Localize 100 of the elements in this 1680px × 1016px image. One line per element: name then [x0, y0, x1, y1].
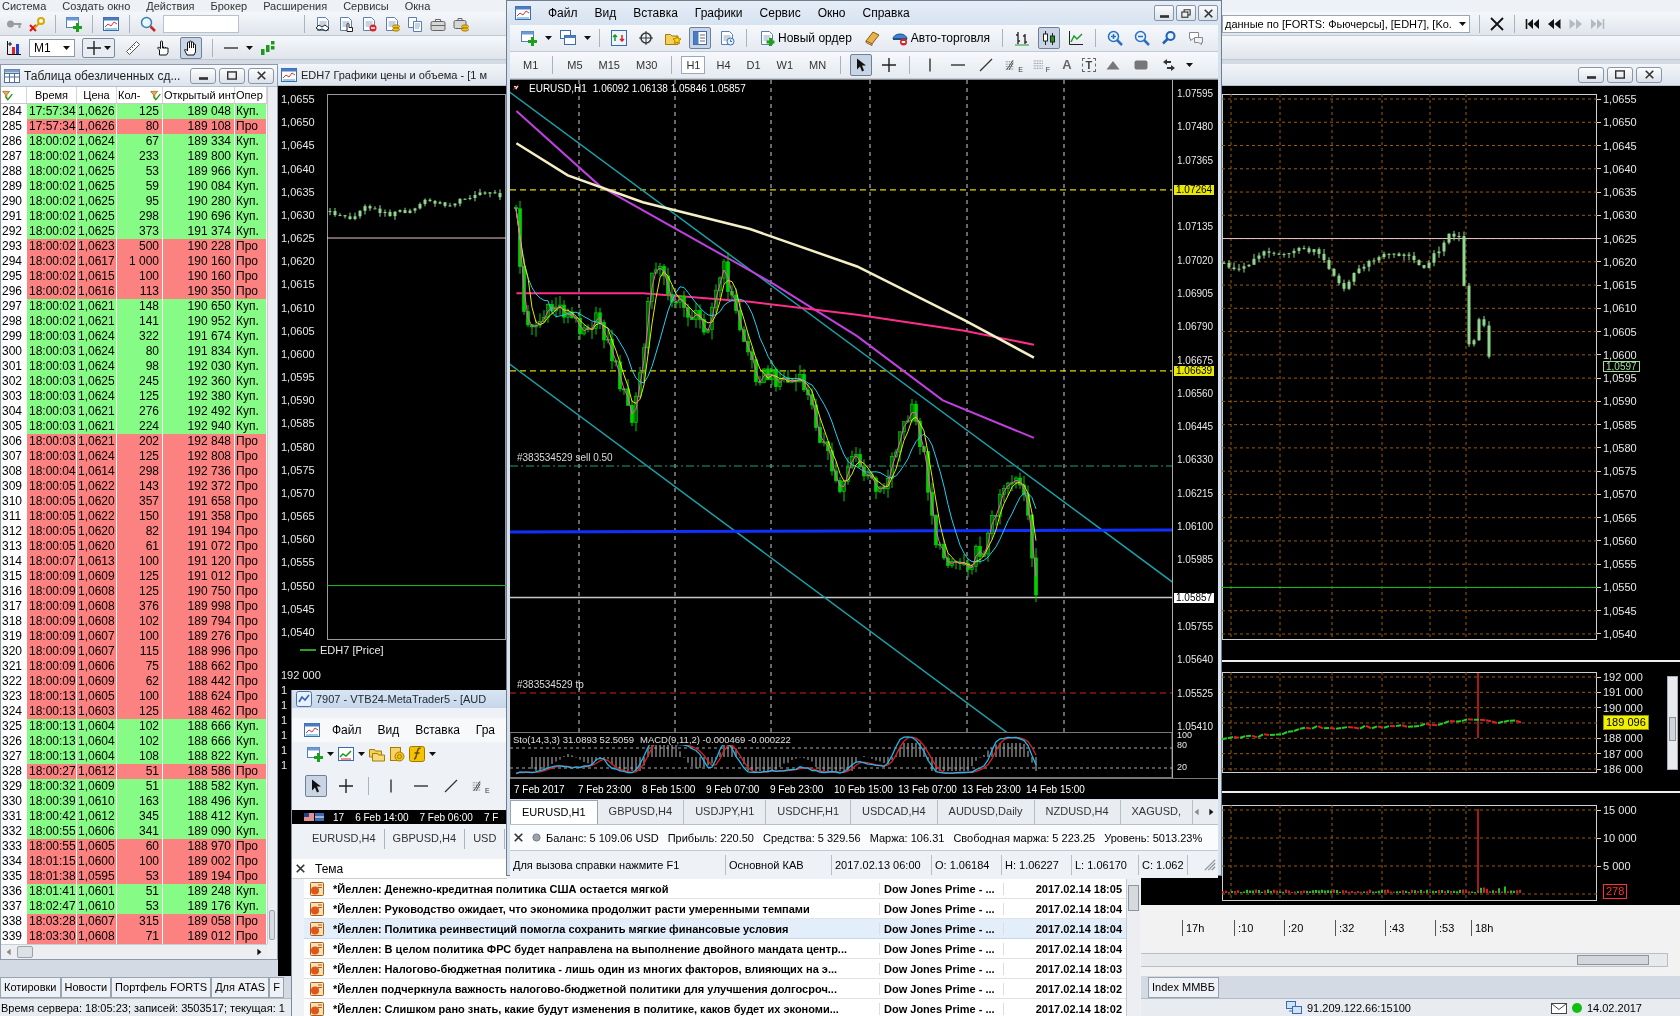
chart-tab[interactable]: NZDUSD,H4 [1034, 800, 1121, 824]
menu-item[interactable]: Создать окно [62, 0, 131, 12]
chart-tab[interactable]: GBPUSD,H4 [597, 800, 685, 824]
scroll-right-icon[interactable] [255, 947, 263, 956]
cursor-icon[interactable] [850, 54, 873, 76]
timeframe-button[interactable]: W1 [771, 56, 799, 74]
hand-icon[interactable] [180, 36, 202, 59]
menu-item[interactable]: Брокер [210, 0, 248, 12]
caret-icon[interactable] [429, 751, 436, 756]
document-handshake-icon[interactable] [315, 15, 331, 32]
menu-item[interactable]: Окна [404, 0, 431, 12]
coin-document-icon[interactable] [389, 745, 405, 762]
new-order-button[interactable]: Новый ордер [755, 27, 856, 49]
scrollbar[interactable] [1140, 953, 1668, 967]
news-row[interactable]: *Йеллен: Слишком рано знать, какие будут изменения в политике, каков будет их экономи... Dow Jones Prime - ... 2017.02.14 18:02 [304, 999, 1126, 1016]
cursor-icon[interactable] [305, 775, 327, 797]
caret-icon[interactable] [1186, 63, 1194, 67]
document-coins-icon[interactable] [384, 15, 400, 32]
minimize-button[interactable] [1578, 66, 1604, 83]
menu-item[interactable]: Файл [332, 723, 362, 737]
text-tool-button[interactable]: A [1058, 55, 1076, 75]
script-icon[interactable] [409, 745, 425, 762]
auto-trading-button[interactable]: Авто-торговля [887, 27, 995, 49]
menu-item[interactable]: Окно [817, 6, 846, 20]
minimize-button[interactable] [1154, 5, 1174, 21]
close-button[interactable] [1636, 66, 1662, 83]
column-header[interactable]: Открытый инт [163, 87, 235, 103]
filter-check-icon[interactable] [150, 89, 161, 101]
window-list-icon[interactable] [689, 27, 711, 49]
window-tab[interactable]: F [269, 977, 284, 998]
scroll-left-icon[interactable] [1193, 808, 1201, 816]
column-header[interactable]: Кол- [118, 87, 141, 103]
minimize-button[interactable] [190, 67, 216, 84]
close-button[interactable] [248, 67, 274, 84]
timeframe-button[interactable]: M30 [630, 56, 663, 74]
chart-tab[interactable]: EURUSD,H1 [510, 800, 598, 824]
rising-bars-icon[interactable] [260, 39, 276, 56]
menu-item[interactable]: Вставка [415, 723, 460, 737]
bar-chart-icon[interactable] [6, 39, 22, 56]
column-header[interactable]: Цена [77, 87, 117, 103]
window-tab[interactable]: Для ATAS [211, 977, 270, 998]
window-tab[interactable]: Новости [60, 977, 112, 998]
scrollbar[interactable] [1667, 676, 1678, 770]
news-row[interactable]: *Йеллен подчеркнула важность налогово-бюджетной политики для улучшения долгосроч... Dow Jones Prime - ... 2017.02.14 18:02 [304, 979, 1126, 999]
scrollbar[interactable] [1126, 879, 1140, 1016]
window-tab[interactable]: Портфель FORTS [111, 977, 212, 998]
window-arrows-icon[interactable] [608, 27, 630, 49]
close-icon[interactable] [1489, 15, 1505, 32]
close-icon[interactable] [514, 833, 523, 842]
filter-check-icon[interactable] [2, 89, 13, 101]
menu-item[interactable]: Вид [377, 723, 400, 737]
maximize-button[interactable] [219, 67, 245, 84]
chart-window-icon[interactable] [338, 745, 354, 762]
document-stop-icon[interactable] [361, 15, 377, 32]
crosshair-button[interactable] [82, 37, 115, 58]
chart-tab[interactable]: USDCAD,H4 [851, 800, 938, 824]
label-tool-button[interactable]: T [1081, 58, 1097, 72]
timeframe-button[interactable]: H1 [681, 56, 706, 74]
caret-icon[interactable] [246, 45, 253, 50]
news-row[interactable]: *Йеллен: В целом политика ФРС будет направлена на выполнение двойного мандата центр... Dow Jones Prime - ... 2017.02.14 18:04 [304, 939, 1126, 959]
menu-item[interactable]: Вид [594, 6, 617, 20]
timeframe-dropdown[interactable]: M1 [29, 38, 75, 57]
window-tab[interactable]: Index ММВБ [1148, 977, 1219, 998]
menu-item[interactable]: Сервис [759, 6, 801, 20]
scrollbar[interactable] [267, 87, 276, 944]
menu-item[interactable]: Графики [694, 6, 743, 20]
chart-tab[interactable]: USD [465, 829, 506, 849]
maximize-button[interactable] [1607, 66, 1633, 83]
timeframe-button[interactable]: M15 [593, 56, 625, 74]
window-tab[interactable]: Котировки [0, 977, 61, 998]
network-icon[interactable] [1286, 999, 1302, 1016]
chart-tab[interactable]: USDCHF,H1 [766, 800, 851, 824]
restore-button[interactable] [1176, 5, 1196, 21]
caret-icon[interactable] [327, 751, 334, 756]
scroll-right-icon[interactable] [1207, 808, 1215, 816]
column-header[interactable]: Тема [315, 861, 344, 876]
timeframe-button[interactable]: H4 [711, 56, 736, 74]
search-field[interactable] [163, 14, 239, 33]
menu-item[interactable]: Вставка [633, 6, 678, 20]
close-icon[interactable] [296, 864, 305, 873]
timeframe-button[interactable]: MN [804, 56, 832, 74]
news-row[interactable]: *Йеллен: Политика реинвестиций помогла сохранить мягкие финансовые условия Dow Jones Prime - ... 2017.02.14 18:04 [304, 919, 1126, 939]
key-cross-icon[interactable] [29, 15, 45, 32]
chart-tab[interactable]: USDJPY,H1 [684, 800, 767, 824]
timeframe-button[interactable]: M1 [518, 56, 544, 74]
document-hand-icon[interactable] [338, 15, 354, 32]
menu-item[interactable]: Гра [475, 723, 495, 737]
candlestick-icon[interactable] [1038, 27, 1061, 49]
timeframe-button[interactable]: M5 [562, 56, 588, 74]
chart-tab[interactable]: AUDUSD,Daily [937, 800, 1035, 824]
documents-icon[interactable] [407, 15, 423, 32]
news-row[interactable]: *Йеллен: Денежно-кредитная политика США остается мягкой Dow Jones Prime - ... 2017.02.14 18:05 [304, 879, 1126, 899]
data-source-dropdown[interactable]: данные по [FORTS: Фьючерсы], [EDH7], [Ko. [1222, 14, 1470, 33]
menu-item[interactable]: Действия [146, 0, 195, 12]
menu-item[interactable]: Сервисы [343, 0, 389, 12]
chart-tab[interactable]: EURUSD,H4 [304, 829, 385, 849]
menu-item[interactable]: Справка [862, 6, 910, 20]
news-row[interactable]: *Йеллен: Налогово-бюджетная политика - лишь один из многих факторов, влияющих на э... Dow Jones Prime - ... 2017.02.14 18:03 [304, 959, 1126, 979]
menu-item[interactable]: Расширения [263, 0, 328, 12]
chart-tab[interactable]: XAGUSD, [1120, 800, 1193, 824]
